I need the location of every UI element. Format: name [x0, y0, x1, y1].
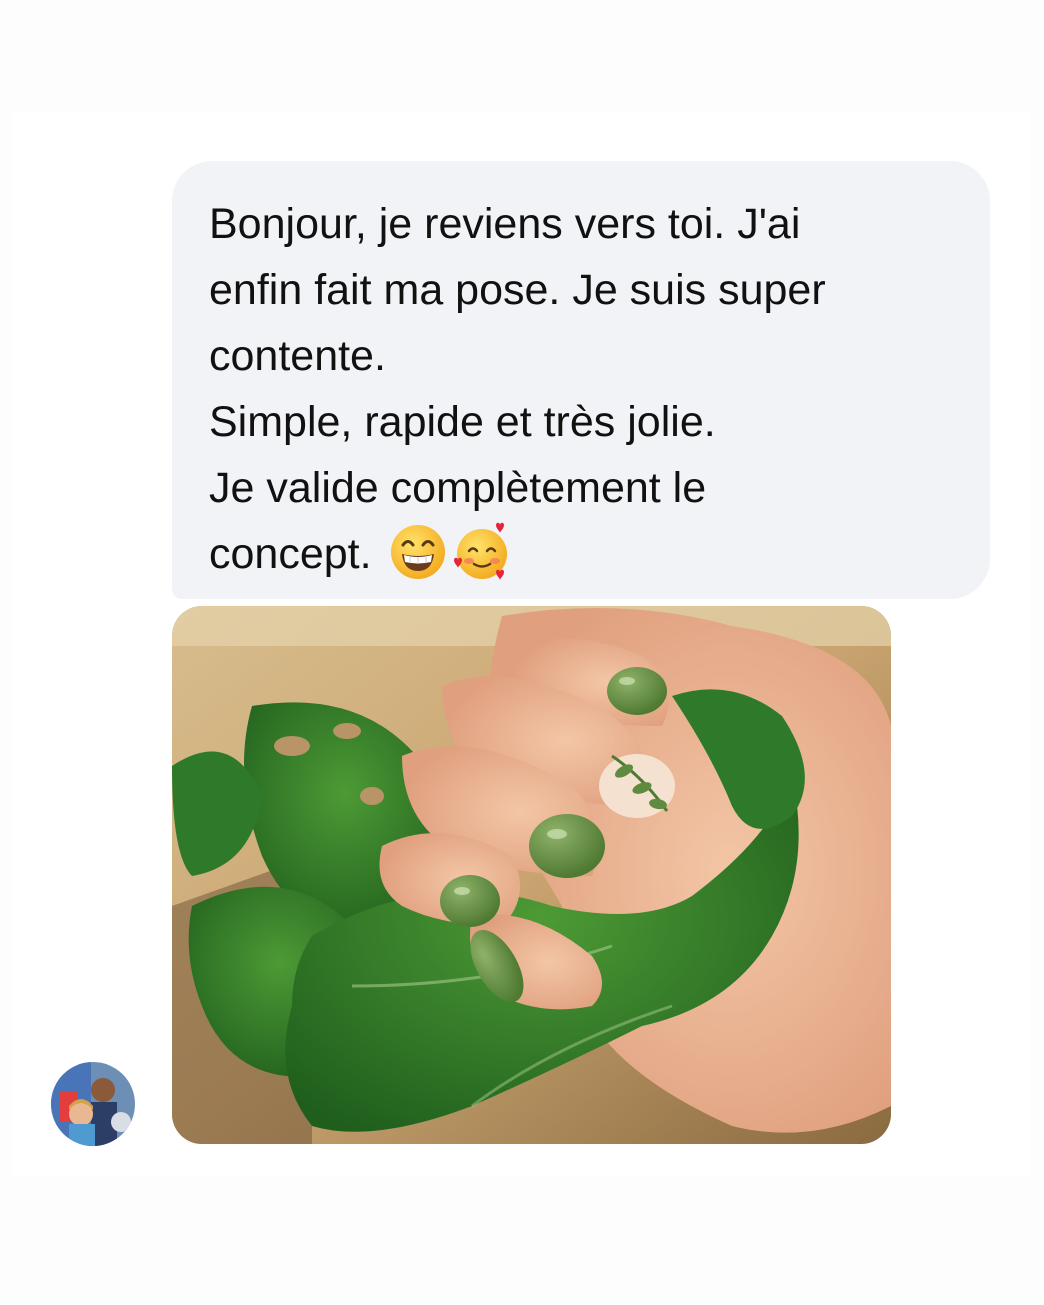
beaming-face-icon — [390, 525, 445, 579]
message-line: enfin fait ma pose. Je suis super — [209, 266, 826, 314]
hand-with-green-nails-photo — [172, 606, 891, 1144]
photo-attachment[interactable] — [172, 606, 891, 1144]
message-bubble[interactable]: Bonjour, je reviens vers toi. J'ai enfin… — [172, 161, 990, 599]
message-line: Simple, rapide et très jolie. — [209, 398, 716, 446]
message-line-last: concept. — [209, 521, 960, 587]
avatar — [51, 1062, 135, 1146]
message-line: contente. — [209, 332, 386, 380]
message-line-text: concept. — [209, 530, 372, 578]
smiling-face-with-hearts-icon — [453, 522, 507, 580]
message-line: Bonjour, je reviens vers toi. J'ai — [209, 200, 801, 248]
sender-avatar[interactable] — [51, 1062, 135, 1146]
message-line: Je valide complètement le — [209, 464, 707, 512]
